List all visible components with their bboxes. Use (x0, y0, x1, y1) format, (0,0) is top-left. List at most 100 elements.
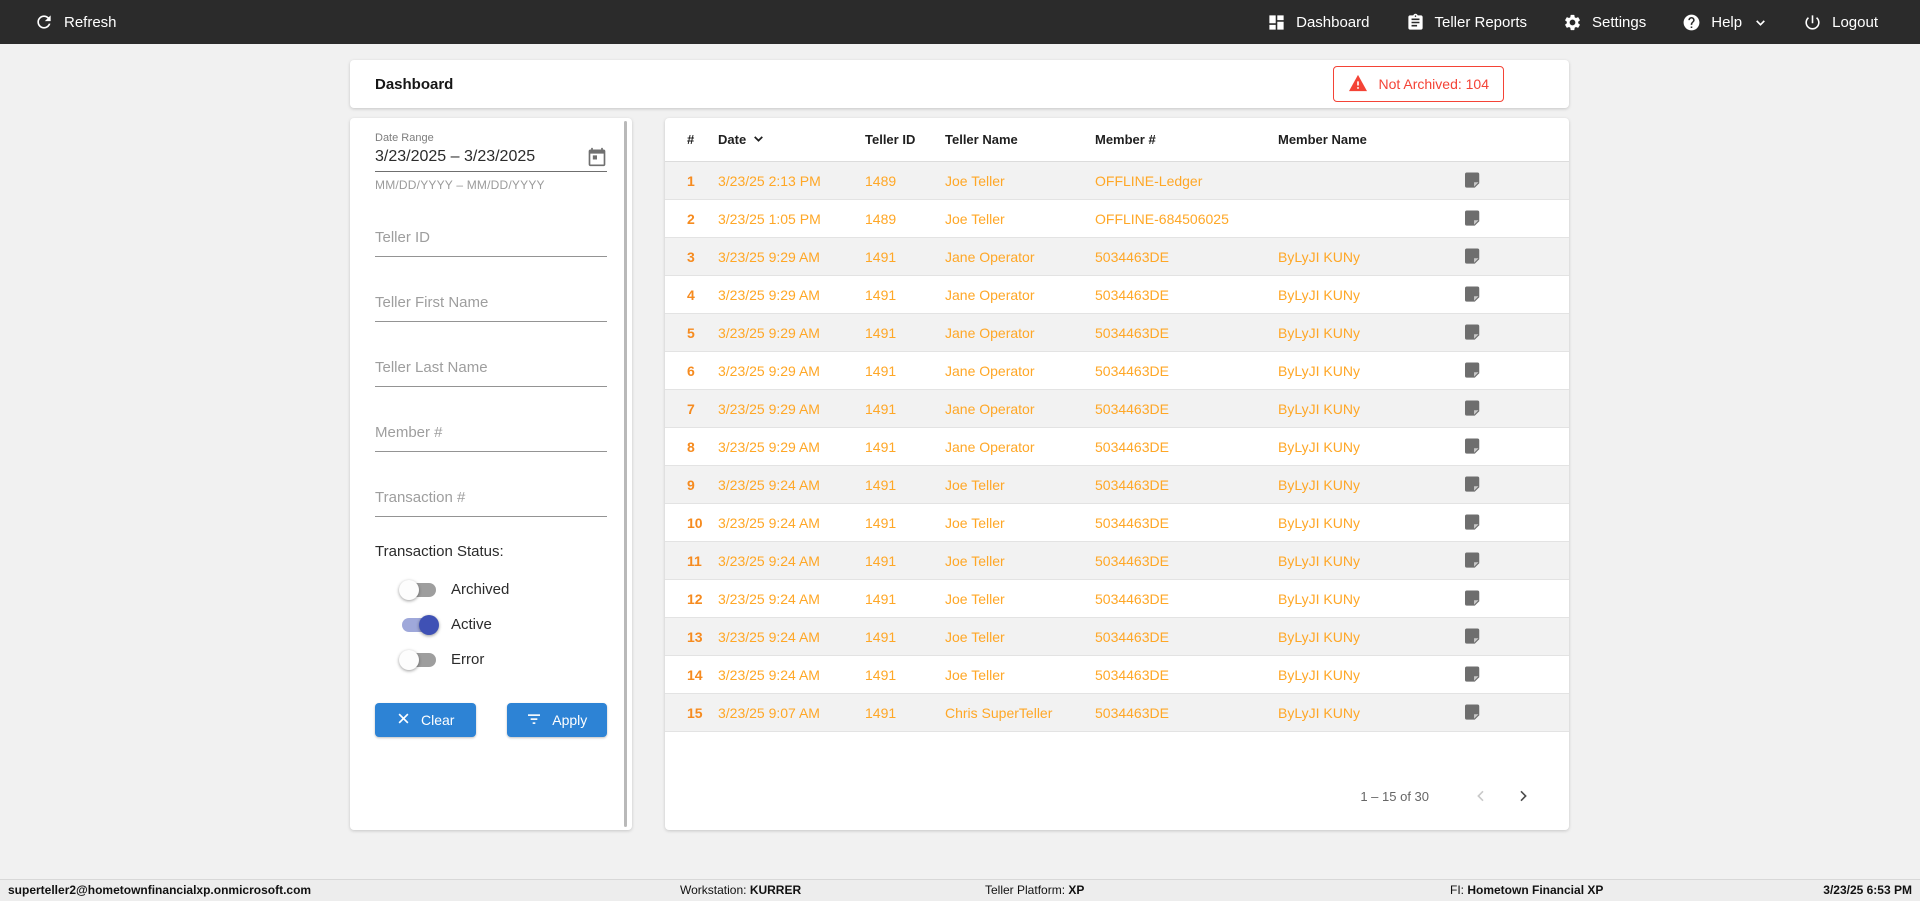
transaction-number-input[interactable] (375, 478, 607, 516)
member-number-field (375, 413, 607, 452)
note-icon[interactable] (1465, 628, 1547, 645)
table-row[interactable]: 6 3/23/25 9:29 AM 1491 Jane Operator 503… (665, 352, 1569, 390)
table-row[interactable]: 7 3/23/25 9:29 AM 1491 Jane Operator 503… (665, 390, 1569, 428)
table-row[interactable]: 15 3/23/25 9:07 AM 1491 Chris SuperTelle… (665, 694, 1569, 732)
filter-panel: Date Range MM/DD/YYYY – MM/DD/YYYY Trans… (350, 118, 632, 830)
row-date: 3/23/25 9:24 AM (718, 514, 820, 531)
note-icon[interactable] (1465, 248, 1547, 265)
teller-first-name-input[interactable] (375, 283, 607, 321)
table-row[interactable]: 13 3/23/25 9:24 AM 1491 Joe Teller 50344… (665, 618, 1569, 656)
col-member-name: Member Name (1278, 132, 1367, 147)
nav-dashboard[interactable]: Dashboard (1267, 13, 1370, 32)
refresh-button[interactable]: Refresh (34, 12, 117, 32)
note-icon[interactable] (1465, 172, 1547, 189)
row-teller-id: 1491 (865, 476, 897, 493)
row-teller-name: Jane Operator (945, 286, 1035, 303)
row-teller-name: Chris SuperTeller (945, 704, 1053, 721)
nav-teller-reports[interactable]: Teller Reports (1406, 13, 1528, 32)
table-row[interactable]: 4 3/23/25 9:29 AM 1491 Jane Operator 503… (665, 276, 1569, 314)
table-row[interactable]: 2 3/23/25 1:05 PM 1489 Joe Teller OFFLIN… (665, 200, 1569, 238)
row-teller-name: Jane Operator (945, 362, 1035, 379)
note-icon[interactable] (1465, 438, 1547, 455)
row-date: 3/23/25 1:05 PM (718, 210, 821, 227)
date-range-field (375, 147, 607, 172)
table-row[interactable]: 8 3/23/25 9:29 AM 1491 Jane Operator 503… (665, 428, 1569, 466)
workstation-status: Workstation: KURRER (680, 883, 801, 897)
row-member-name: ByLyJI KUNy (1278, 552, 1360, 569)
table-row[interactable]: 9 3/23/25 9:24 AM 1491 Joe Teller 503446… (665, 466, 1569, 504)
table-row[interactable]: 3 3/23/25 9:29 AM 1491 Jane Operator 503… (665, 238, 1569, 276)
note-icon[interactable] (1465, 210, 1547, 227)
apply-button-label: Apply (552, 712, 588, 728)
row-date: 3/23/25 2:13 PM (718, 172, 821, 189)
row-teller-name: Joe Teller (945, 628, 1005, 645)
filter-icon (526, 712, 542, 729)
table-row[interactable]: 11 3/23/25 9:24 AM 1491 Joe Teller 50344… (665, 542, 1569, 580)
row-date: 3/23/25 9:24 AM (718, 666, 820, 683)
note-icon[interactable] (1465, 286, 1547, 303)
refresh-label: Refresh (64, 13, 117, 31)
next-page-button[interactable] (1511, 784, 1535, 808)
note-icon[interactable] (1465, 552, 1547, 569)
filter-panel-scrollbar[interactable] (624, 121, 627, 827)
row-member-number: 5034463DE (1095, 362, 1169, 379)
teller-last-name-input[interactable] (375, 348, 607, 386)
top-navbar: Refresh Dashboard Teller Reports Setting… (0, 0, 1920, 44)
note-icon[interactable] (1465, 400, 1547, 417)
col-date-label: Date (718, 132, 747, 147)
col-date[interactable]: Date (718, 132, 865, 148)
note-icon[interactable] (1465, 362, 1547, 379)
toggle-error[interactable]: Error (350, 642, 632, 677)
row-member-number: OFFLINE-Ledger (1095, 172, 1203, 189)
toggle-active[interactable]: Active (350, 607, 632, 642)
note-icon[interactable] (1465, 704, 1547, 721)
member-number-input[interactable] (375, 413, 607, 451)
transaction-number-field (375, 478, 607, 517)
note-icon[interactable] (1465, 476, 1547, 493)
not-archived-badge[interactable]: Not Archived: 104 (1333, 66, 1504, 102)
row-teller-name: Jane Operator (945, 400, 1035, 417)
status-bar: superteller2@hometownfinancialxp.onmicro… (0, 879, 1920, 901)
nav-help[interactable]: Help (1682, 13, 1767, 32)
clipboard-icon (1406, 13, 1425, 32)
teller-id-input[interactable] (375, 218, 607, 256)
table-header-row: # Date Teller ID Teller Name Member # Me… (665, 118, 1569, 162)
col-member-number: Member # (1095, 132, 1156, 147)
page-title: Dashboard (375, 75, 454, 93)
row-member-name: ByLyJI KUNy (1278, 590, 1360, 607)
apply-button[interactable]: Apply (506, 703, 607, 737)
nav-teller-reports-label: Teller Reports (1434, 13, 1528, 31)
row-member-number: 5034463DE (1095, 248, 1169, 265)
row-teller-name: Joe Teller (945, 590, 1005, 607)
row-member-number: 5034463DE (1095, 514, 1169, 531)
row-number: 8 (687, 438, 695, 455)
row-date: 3/23/25 9:24 AM (718, 476, 820, 493)
row-date: 3/23/25 9:29 AM (718, 438, 820, 455)
row-number: 7 (687, 400, 695, 417)
table-row[interactable]: 1 3/23/25 2:13 PM 1489 Joe Teller OFFLIN… (665, 162, 1569, 200)
date-range-input[interactable] (375, 148, 587, 166)
calendar-icon[interactable] (587, 147, 607, 167)
note-icon[interactable] (1465, 324, 1547, 341)
table-row[interactable]: 14 3/23/25 9:24 AM 1491 Joe Teller 50344… (665, 656, 1569, 694)
note-icon[interactable] (1465, 514, 1547, 531)
previous-page-button[interactable] (1469, 784, 1493, 808)
note-icon[interactable] (1465, 666, 1547, 683)
table-row[interactable]: 12 3/23/25 9:24 AM 1491 Joe Teller 50344… (665, 580, 1569, 618)
table-row[interactable]: 5 3/23/25 9:29 AM 1491 Jane Operator 503… (665, 314, 1569, 352)
row-teller-name: Jane Operator (945, 438, 1035, 455)
row-member-number: 5034463DE (1095, 704, 1169, 721)
nav-settings[interactable]: Settings (1563, 13, 1646, 32)
row-number: 6 (687, 362, 695, 379)
note-icon[interactable] (1465, 590, 1547, 607)
row-member-name: ByLyJI KUNy (1278, 628, 1360, 645)
nav-logout[interactable]: Logout (1803, 13, 1878, 32)
row-member-name: ByLyJI KUNy (1278, 704, 1360, 721)
toggle-archived[interactable]: Archived (350, 572, 632, 607)
nav-settings-label: Settings (1592, 13, 1647, 31)
clear-button[interactable]: Clear (375, 703, 476, 737)
row-member-name: ByLyJI KUNy (1278, 324, 1360, 341)
row-teller-id: 1491 (865, 400, 897, 417)
row-date: 3/23/25 9:07 AM (718, 704, 820, 721)
table-row[interactable]: 10 3/23/25 9:24 AM 1491 Joe Teller 50344… (665, 504, 1569, 542)
